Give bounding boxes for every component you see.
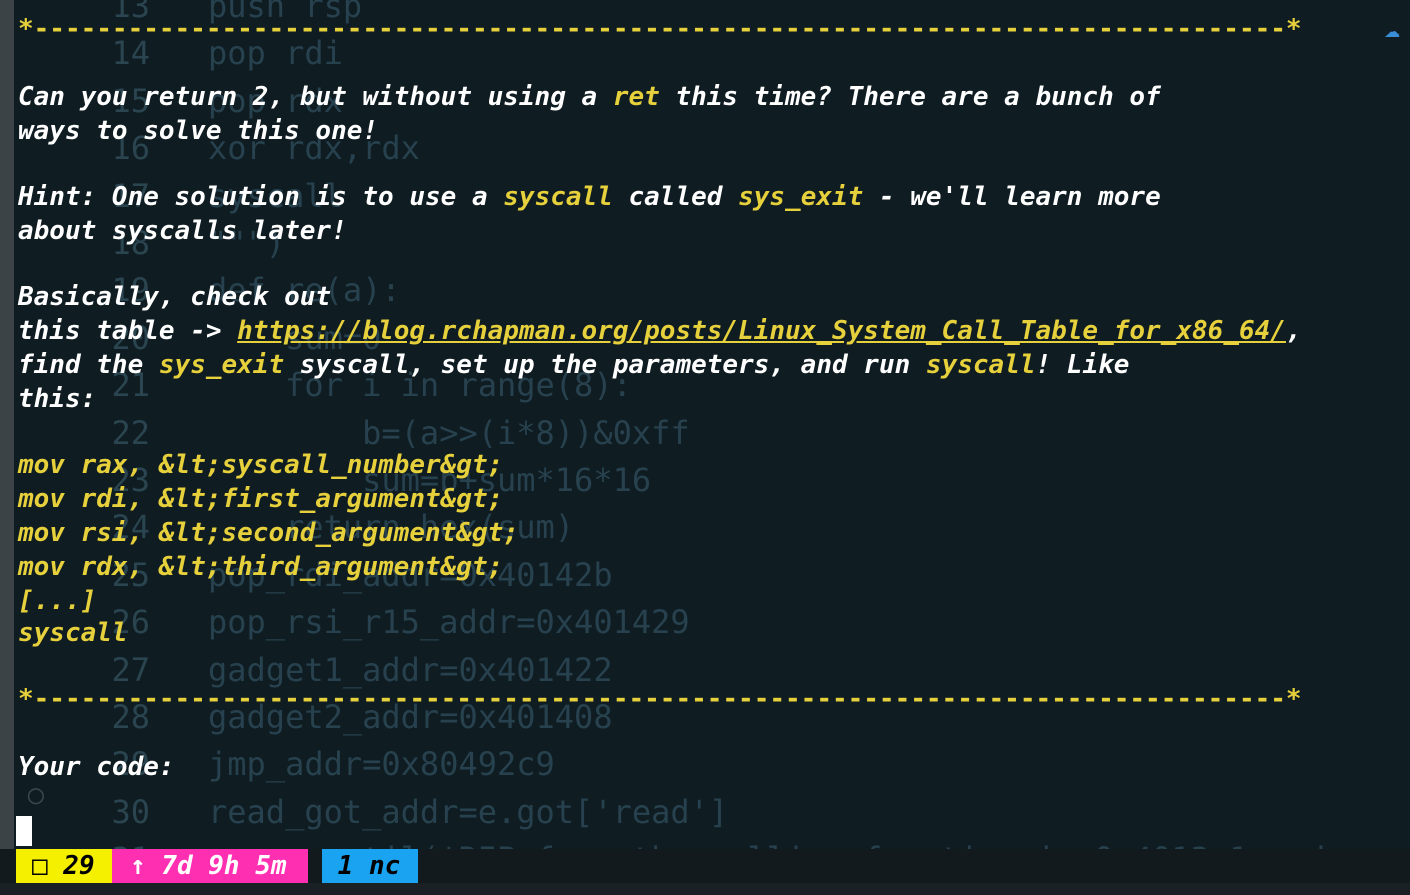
syscall-highlight-2: syscall: [925, 350, 1036, 380]
basic-line-4: this:: [18, 384, 97, 414]
hint-line-1: Hint: One solution is to use a syscall c…: [18, 180, 1161, 214]
basic-line-2: this table -> https://blog.rchapman.org/…: [18, 314, 1302, 348]
status-bar: □ 29 ↑ 7d 9h 5m 1 nc: [0, 849, 1410, 883]
terminal-pane[interactable]: *---------------------------------------…: [0, 0, 1410, 895]
session-name: 1 nc: [322, 851, 401, 881]
syscall-highlight: syscall: [503, 182, 613, 212]
terminal-cursor[interactable]: [16, 816, 32, 846]
code-line: mov rax, &lt;syscall_number&gt;: [18, 450, 504, 480]
code-line: syscall: [18, 618, 128, 648]
code-line: mov rsi, &lt;second_argument&gt;: [18, 518, 519, 548]
border-bottom: *---------------------------------------…: [18, 684, 1302, 714]
code-line: [...]: [18, 586, 97, 616]
intro-text-a: Can you return 2, but without using a: [18, 82, 613, 112]
code-line: mov rdx, &lt;third_argument&gt;: [18, 552, 504, 582]
hint-line-2: about syscalls later!: [18, 216, 347, 246]
session-segment[interactable]: 1 nc: [322, 849, 418, 883]
code-line: mov rdi, &lt;first_argument&gt;: [18, 484, 504, 514]
border-top: *---------------------------------------…: [18, 14, 1302, 44]
hint-text-b: called: [612, 182, 739, 212]
uptime: ↑ 7d 9h 5m: [130, 851, 287, 881]
sys-exit-highlight-2: sys_exit: [158, 350, 285, 380]
basic-line-1: Basically, check out: [18, 282, 332, 312]
ret-highlight: ret: [612, 82, 660, 112]
basic-text-e: ! Like: [1035, 350, 1130, 380]
bottom-strip: [0, 883, 1410, 895]
window-count: □ 29: [32, 851, 95, 881]
basic-line-3: find the sys_exit syscall, set up the pa…: [18, 348, 1129, 382]
window-count-segment[interactable]: □ 29: [16, 849, 112, 883]
hint-text-c: - we'll learn more: [863, 182, 1161, 212]
code-prompt: Your code:: [18, 752, 175, 782]
syscall-table-link[interactable]: https://blog.rchapman.org/posts/Linux_Sy…: [237, 316, 1286, 346]
basic-text-c: find the: [18, 350, 159, 380]
uptime-segment: ↑ 7d 9h 5m: [112, 849, 308, 883]
intro-text-b: this time? There are a bunch of: [659, 82, 1161, 112]
basic-text-d: syscall, set up the parameters, and run: [284, 350, 926, 380]
intro-line-2: ways to solve this one!: [18, 116, 379, 146]
basic-text-b: ,: [1285, 316, 1302, 346]
intro-line-1: Can you return 2, but without using a re…: [18, 80, 1161, 114]
hint-text-a: Hint: One solution is to use a: [18, 182, 504, 212]
basic-text-a: this table ->: [18, 316, 238, 346]
sys-exit-highlight: sys_exit: [738, 182, 864, 212]
